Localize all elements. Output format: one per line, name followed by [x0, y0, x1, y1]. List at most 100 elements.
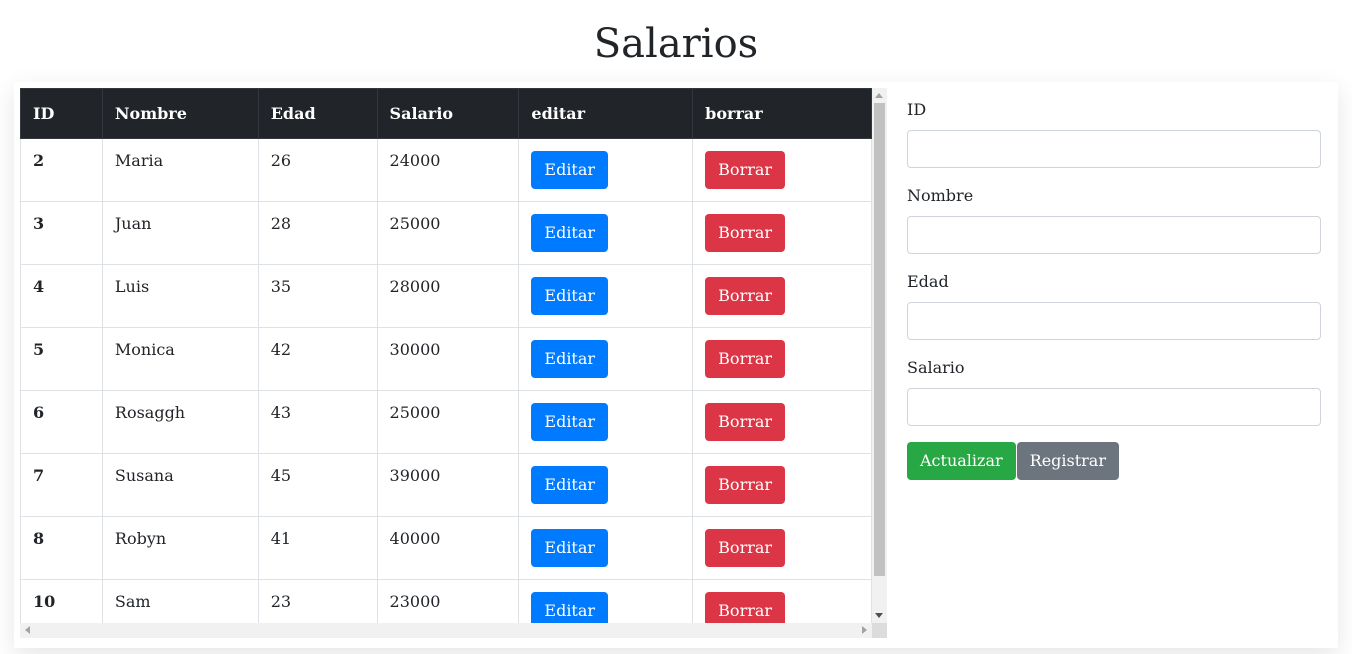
edad-input[interactable]: [907, 302, 1321, 340]
column-header-id: ID: [20, 88, 103, 139]
cell-nombre: Monica: [101, 327, 259, 391]
cell-id: 2: [20, 138, 103, 202]
salario-input[interactable]: [907, 388, 1321, 426]
cell-borrar: Borrar: [692, 327, 872, 391]
cell-id: 3: [20, 201, 103, 265]
cell-editar: Editar: [518, 579, 694, 623]
salary-table-container[interactable]: ID Nombre Edad Salario editar borrar 2 M…: [20, 88, 872, 623]
cell-editar: Editar: [518, 390, 694, 454]
id-input[interactable]: [907, 130, 1321, 168]
cell-editar: Editar: [518, 138, 694, 202]
column-header-editar: editar: [518, 88, 694, 139]
scroll-up-arrow-icon[interactable]: [875, 93, 883, 98]
cell-id: 7: [20, 453, 103, 517]
register-button[interactable]: Registrar: [1016, 442, 1119, 480]
form-group-nombre: Nombre: [907, 184, 1321, 254]
edit-button[interactable]: Editar: [531, 403, 609, 441]
cell-edad: 42: [257, 327, 378, 391]
cell-borrar: Borrar: [692, 579, 872, 623]
salary-table: ID Nombre Edad Salario editar borrar 2 M…: [20, 88, 872, 623]
scroll-right-arrow-icon[interactable]: [862, 626, 867, 634]
cell-nombre: Luis: [101, 264, 259, 328]
edit-button[interactable]: Editar: [531, 277, 609, 315]
column-header-salario: Salario: [376, 88, 520, 139]
cell-editar: Editar: [518, 453, 694, 517]
cell-edad: 26: [257, 138, 378, 202]
cell-borrar: Borrar: [692, 516, 872, 580]
cell-nombre: Maria: [101, 138, 259, 202]
cell-borrar: Borrar: [692, 453, 872, 517]
vertical-scroll-thumb[interactable]: [874, 103, 885, 576]
cell-id: 6: [20, 390, 103, 454]
cell-editar: Editar: [518, 201, 694, 265]
delete-button[interactable]: Borrar: [705, 403, 786, 441]
cell-salario: 30000: [376, 327, 520, 391]
cell-nombre: Robyn: [101, 516, 259, 580]
edit-button[interactable]: Editar: [531, 466, 609, 504]
table-row: 4 Luis 35 28000 Editar Borrar: [20, 264, 872, 328]
cell-borrar: Borrar: [692, 264, 872, 328]
cell-id: 8: [20, 516, 103, 580]
form-group-edad: Edad: [907, 270, 1321, 340]
cell-salario: 25000: [376, 390, 520, 454]
delete-button[interactable]: Borrar: [705, 466, 786, 504]
cell-salario: 28000: [376, 264, 520, 328]
cell-id: 5: [20, 327, 103, 391]
cell-borrar: Borrar: [692, 201, 872, 265]
vertical-scrollbar[interactable]: [872, 88, 887, 623]
scroll-down-arrow-icon[interactable]: [875, 613, 883, 618]
table-row: 10 Sam 23 23000 Editar Borrar: [20, 579, 872, 623]
cell-edad: 28: [257, 201, 378, 265]
form-group-salario: Salario: [907, 356, 1321, 426]
cell-salario: 25000: [376, 201, 520, 265]
edad-label: Edad: [907, 272, 949, 291]
edit-button[interactable]: Editar: [531, 340, 609, 378]
cell-borrar: Borrar: [692, 138, 872, 202]
table-row: 3 Juan 28 25000 Editar Borrar: [20, 201, 872, 265]
cell-edad: 23: [257, 579, 378, 623]
column-header-edad: Edad: [257, 88, 378, 139]
scroll-left-arrow-icon[interactable]: [25, 626, 30, 634]
delete-button[interactable]: Borrar: [705, 151, 786, 189]
edit-button[interactable]: Editar: [531, 592, 609, 623]
form-actions: Actualizar Registrar: [907, 442, 1120, 480]
cell-salario: 23000: [376, 579, 520, 623]
table-row: 2 Maria 26 24000 Editar Borrar: [20, 138, 872, 202]
horizontal-scrollbar[interactable]: [20, 623, 872, 638]
delete-button[interactable]: Borrar: [705, 340, 786, 378]
cell-edad: 45: [257, 453, 378, 517]
cell-editar: Editar: [518, 264, 694, 328]
cell-salario: 24000: [376, 138, 520, 202]
cell-id: 10: [20, 579, 103, 623]
column-header-borrar: borrar: [692, 88, 872, 139]
delete-button[interactable]: Borrar: [705, 529, 786, 567]
cell-editar: Editar: [518, 516, 694, 580]
update-button[interactable]: Actualizar: [907, 442, 1016, 480]
cell-salario: 40000: [376, 516, 520, 580]
cell-nombre: Rosaggh: [101, 390, 259, 454]
delete-button[interactable]: Borrar: [705, 277, 786, 315]
delete-button[interactable]: Borrar: [705, 592, 786, 623]
cell-editar: Editar: [518, 327, 694, 391]
id-label: ID: [907, 100, 927, 119]
cell-id: 4: [20, 264, 103, 328]
table-row: 5 Monica 42 30000 Editar Borrar: [20, 327, 872, 391]
table-row: 7 Susana 45 39000 Editar Borrar: [20, 453, 872, 517]
cell-edad: 43: [257, 390, 378, 454]
edit-button[interactable]: Editar: [531, 214, 609, 252]
salario-label: Salario: [907, 358, 965, 377]
cell-edad: 41: [257, 516, 378, 580]
nombre-label: Nombre: [907, 186, 974, 205]
cell-nombre: Juan: [101, 201, 259, 265]
cell-salario: 39000: [376, 453, 520, 517]
edit-button[interactable]: Editar: [531, 529, 609, 567]
nombre-input[interactable]: [907, 216, 1321, 254]
table-body: 2 Maria 26 24000 Editar Borrar 3 Juan 28…: [20, 138, 872, 623]
edit-button[interactable]: Editar: [531, 151, 609, 189]
page-title: Salarios: [593, 21, 759, 67]
column-header-nombre: Nombre: [101, 88, 259, 139]
cell-borrar: Borrar: [692, 390, 872, 454]
table-header-row: ID Nombre Edad Salario editar borrar: [20, 88, 872, 139]
delete-button[interactable]: Borrar: [705, 214, 786, 252]
cell-nombre: Sam: [101, 579, 259, 623]
